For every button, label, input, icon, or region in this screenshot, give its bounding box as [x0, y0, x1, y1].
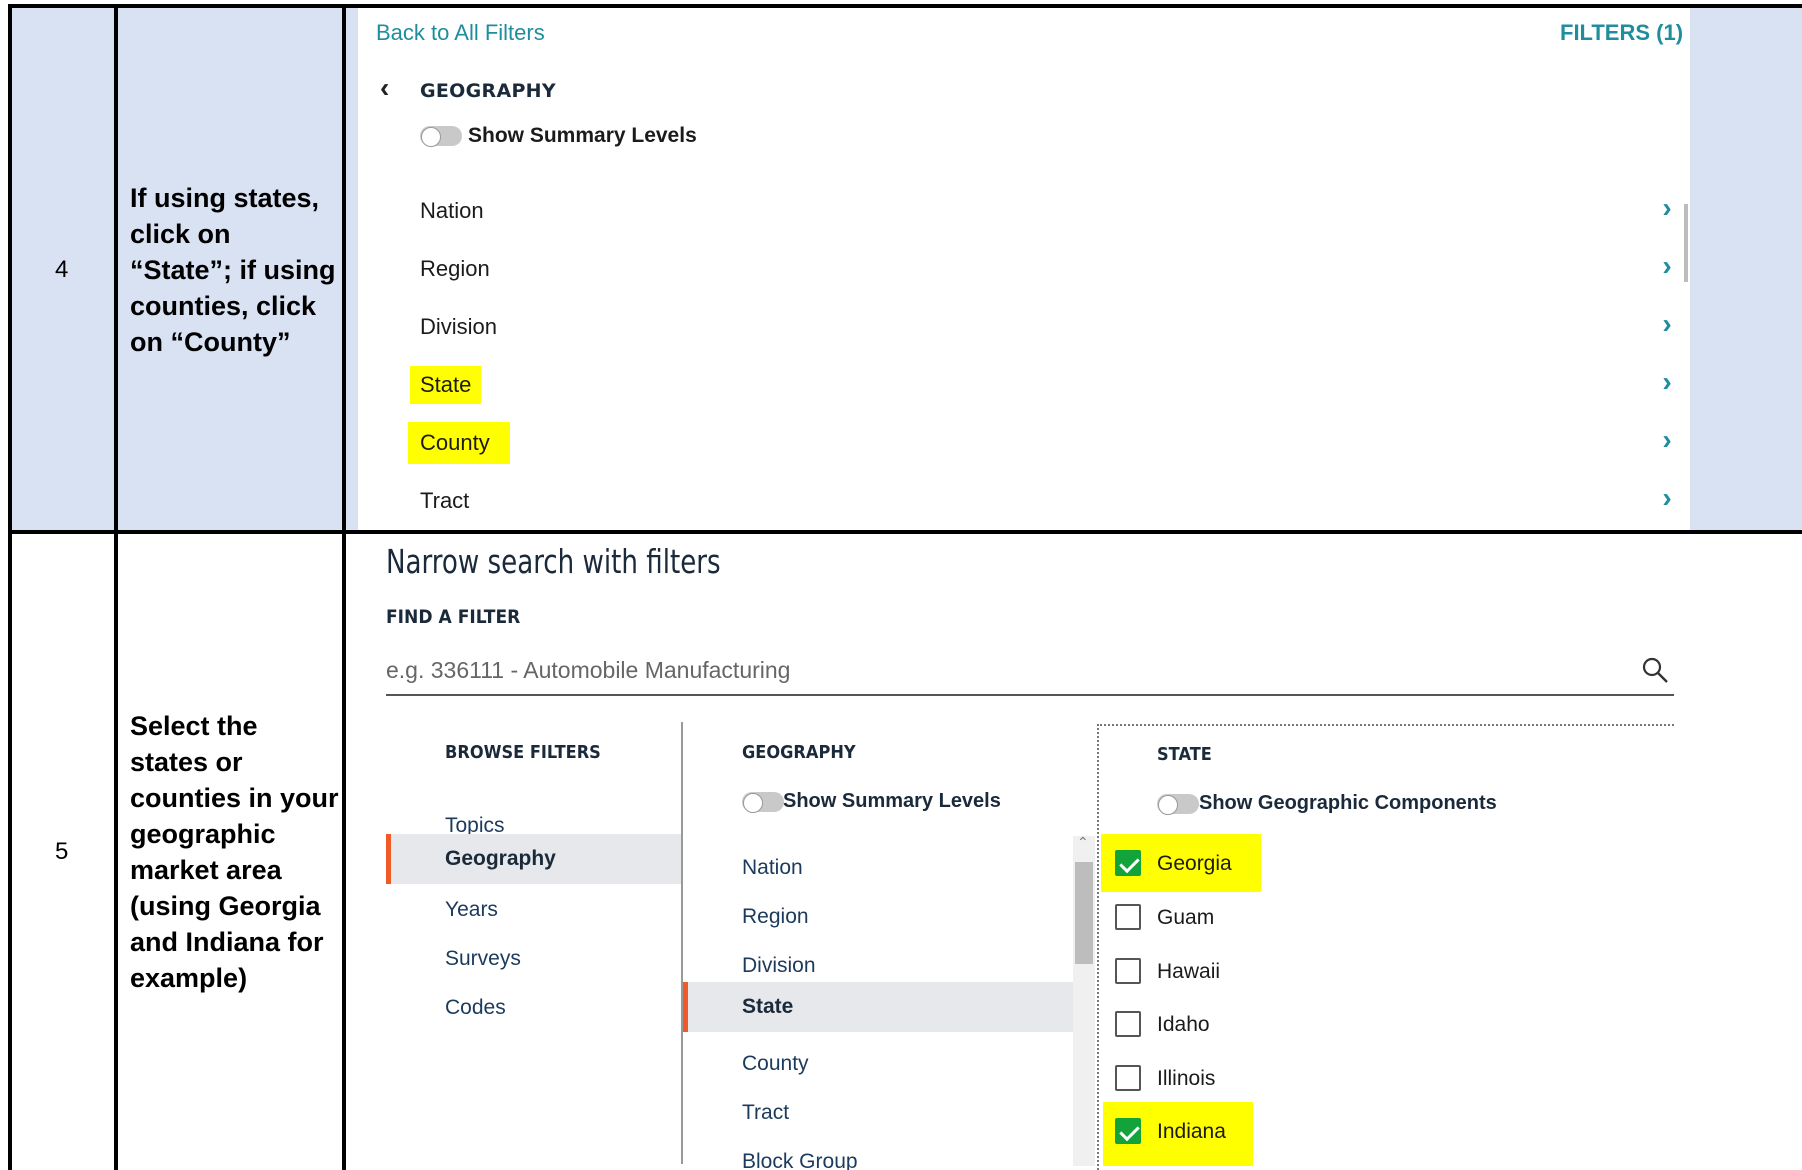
table-left-border	[8, 4, 12, 1170]
scroll-up-arrow-icon[interactable]: ⌃	[1077, 834, 1089, 851]
checkbox-icon[interactable]	[1115, 1011, 1141, 1037]
geography-item-label: Nation	[742, 856, 803, 879]
geography-item-label: State	[742, 995, 794, 1018]
step-number: 5	[55, 838, 69, 865]
browse-item-surveys[interactable]: Surveys	[386, 937, 682, 981]
geo-item-label: State	[414, 370, 478, 400]
scrollbar-thumb[interactable]	[1075, 862, 1093, 964]
selected-indicator	[386, 834, 391, 884]
geography-item-tract[interactable]: Tract	[683, 1091, 1073, 1135]
state-option-label: Hawaii	[1157, 960, 1221, 983]
state-option-label: Illinois	[1157, 1067, 1216, 1090]
page-title: Narrow search with filters	[386, 542, 721, 581]
browse-item-label: Codes	[445, 996, 506, 1019]
geographic-components-label: Show Geographic Components	[1199, 792, 1497, 814]
state-column-header: STATE	[1157, 744, 1212, 765]
filter-search-input[interactable]	[386, 648, 1586, 692]
checkbox-checked-icon[interactable]	[1115, 1118, 1141, 1144]
state-option-illinois[interactable]: Illinois	[1115, 1063, 1415, 1099]
browse-item-geography[interactable]: Geography	[386, 834, 682, 884]
state-option-label: Guam	[1157, 906, 1215, 929]
state-option-indiana[interactable]: Indiana	[1115, 1116, 1415, 1152]
checkbox-icon[interactable]	[1115, 1065, 1141, 1091]
filters-count-button[interactable]: FILTERS (1)	[1560, 20, 1683, 46]
geography-column-header: GEOGRAPHY	[742, 742, 856, 763]
geography-item-label: Tract	[742, 1101, 790, 1124]
browse-filters-column: BROWSE FILTERS Topics Geography Years Su…	[386, 720, 682, 1170]
summary-levels-label: Show Summary Levels	[468, 124, 697, 147]
geography-item-label: Region	[742, 905, 809, 928]
geo-item-division[interactable]: Division ›	[420, 308, 1700, 354]
geography-item-nation[interactable]: Nation	[683, 846, 1073, 890]
state-option-georgia[interactable]: Georgia	[1115, 848, 1415, 884]
geography-item-state[interactable]: State	[683, 982, 1073, 1032]
geo-item-label: Region	[420, 256, 490, 281]
state-option-guam[interactable]: Guam	[1115, 902, 1415, 938]
geography-item-label: Block Group	[742, 1150, 858, 1170]
geography-item-region[interactable]: Region	[683, 895, 1073, 939]
geo-item-nation[interactable]: Nation ›	[420, 192, 1700, 238]
col-divider-2	[342, 4, 346, 1170]
geography-column: GEOGRAPHY Show Summary Levels Nation Reg…	[683, 720, 1073, 1170]
geo-item-label: Division	[420, 314, 498, 339]
geography-item-county[interactable]: County	[683, 1042, 1073, 1086]
find-filter-label: FIND A FILTER	[386, 606, 521, 628]
state-option-idaho[interactable]: Idaho	[1115, 1009, 1415, 1045]
selected-indicator	[683, 982, 688, 1032]
chevron-right-icon: ›	[1662, 308, 1672, 339]
summary-levels-toggle[interactable]	[420, 126, 462, 147]
back-chevron-icon[interactable]: ‹	[380, 72, 389, 104]
browse-item-label: Years	[445, 898, 498, 921]
geo-item-county[interactable]: County ›	[412, 424, 1700, 470]
chevron-right-icon: ›	[1662, 482, 1672, 513]
browse-item-label: Surveys	[445, 947, 521, 970]
checkbox-icon[interactable]	[1115, 904, 1141, 930]
chevron-right-icon: ›	[1662, 424, 1672, 455]
chevron-right-icon: ›	[1662, 366, 1672, 397]
geographic-components-toggle[interactable]	[1157, 794, 1199, 815]
checkbox-checked-icon[interactable]	[1115, 850, 1141, 876]
geography-item-label: Division	[742, 954, 816, 977]
state-option-label: Idaho	[1157, 1013, 1210, 1036]
checkbox-icon[interactable]	[1115, 958, 1141, 984]
browse-item-years[interactable]: Years	[386, 888, 682, 932]
geography-header: GEOGRAPHY	[420, 80, 556, 102]
geo-item-label: County	[412, 426, 506, 460]
row-divider	[8, 530, 1802, 534]
step-instruction: If using states, click on “State”; if us…	[130, 183, 336, 357]
geography-item-label: County	[742, 1052, 809, 1075]
back-to-all-filters-link[interactable]: Back to All Filters	[376, 20, 545, 46]
state-column: STATE Show Geographic Components Georgia…	[1097, 724, 1674, 1170]
browse-item-codes[interactable]: Codes	[386, 986, 682, 1030]
geo-item-label: Nation	[420, 198, 484, 223]
geo-item-region[interactable]: Region ›	[420, 250, 1700, 296]
summary-levels-toggle[interactable]	[742, 792, 784, 813]
search-icon[interactable]	[1641, 656, 1669, 684]
geography-scrollbar[interactable]: ⌃	[1073, 834, 1095, 1166]
state-option-label: Indiana	[1157, 1120, 1226, 1143]
browse-filters-header: BROWSE FILTERS	[445, 742, 601, 763]
col-divider-1	[114, 4, 118, 1170]
state-option-label: Georgia	[1157, 852, 1232, 875]
chevron-right-icon: ›	[1662, 192, 1672, 223]
geography-item-block-group[interactable]: Block Group	[683, 1140, 1073, 1170]
step-number: 4	[55, 256, 69, 283]
step-instruction: Select the states or counties in your ge…	[130, 711, 339, 993]
chevron-right-icon: ›	[1662, 250, 1672, 281]
geo-item-label: Tract	[420, 488, 470, 513]
geo-item-tract[interactable]: Tract ›	[420, 482, 1700, 528]
summary-levels-label: Show Summary Levels	[783, 790, 1001, 812]
geography-filter-panel: Back to All Filters FILTERS (1) ‹ GEOGRA…	[358, 8, 1690, 530]
panel-scrollbar[interactable]	[1684, 204, 1688, 282]
filter-search-field[interactable]	[386, 648, 1674, 696]
geo-item-state[interactable]: State ›	[414, 366, 1700, 412]
state-option-hawaii[interactable]: Hawaii	[1115, 956, 1415, 992]
browse-item-label: Geography	[445, 847, 556, 870]
